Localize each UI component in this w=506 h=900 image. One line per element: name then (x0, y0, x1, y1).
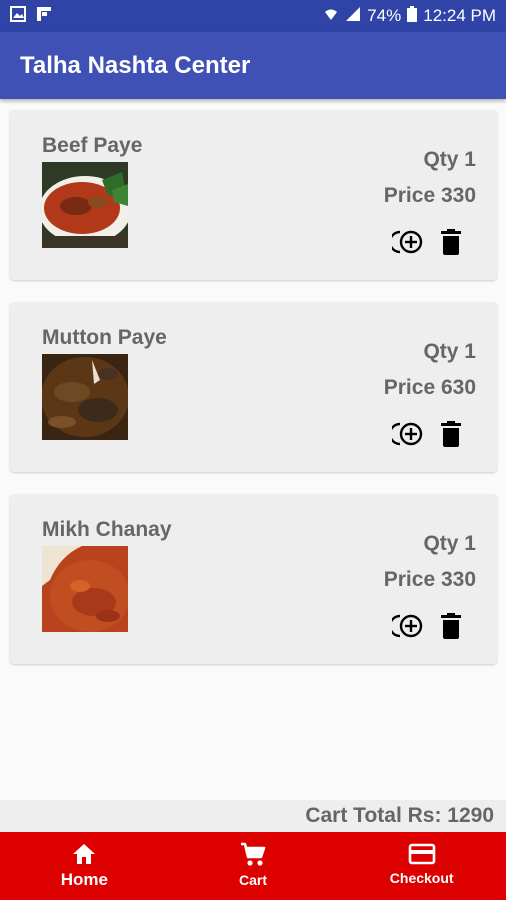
cart-total: Cart Total Rs: 1290 (305, 804, 494, 827)
item-qty: Qty 1 (423, 340, 476, 363)
home-icon (73, 844, 96, 864)
flipboard-icon (36, 6, 52, 27)
battery-percentage: 74% (367, 6, 402, 25)
add-quantity-button[interactable] (388, 420, 424, 448)
mikh-chanay-photo (42, 546, 128, 632)
cart-item-card: Beef Paye Qty 1 Price 330 (10, 110, 497, 280)
delete-item-button[interactable] (438, 612, 464, 640)
wifi-icon (323, 6, 339, 27)
nav-home[interactable]: Home (0, 832, 169, 900)
nav-checkout[interactable]: Checkout (337, 832, 506, 900)
status-bar: 74% 12:24 PM (0, 0, 506, 32)
delete-item-button[interactable] (438, 420, 464, 448)
status-left-icons (10, 5, 52, 27)
item-price: Price 630 (383, 376, 476, 399)
add-circle-icon (388, 614, 423, 638)
item-name: Mutton Paye (42, 326, 167, 349)
nav-cart-label: Cart (239, 872, 268, 888)
cart-item-card: Mikh Chanay Qty 1 Price 330 (10, 494, 497, 664)
item-qty: Qty 1 (423, 148, 476, 171)
nav-cart[interactable]: Cart (169, 832, 338, 900)
cart-icon (241, 842, 266, 866)
clock: 12:24 PM (423, 6, 496, 25)
nav-home-label: Home (60, 870, 108, 889)
trash-icon (441, 421, 461, 447)
item-qty: Qty 1 (423, 532, 476, 555)
app-bar: Talha Nashta Center (0, 32, 506, 99)
signal-icon (345, 6, 361, 27)
beef-paye-photo (42, 162, 128, 248)
add-circle-icon (388, 422, 423, 446)
item-name: Mikh Chanay (42, 518, 172, 541)
item-price: Price 330 (383, 568, 476, 591)
delete-item-button[interactable] (438, 228, 464, 256)
credit-card-icon (408, 843, 435, 865)
mutton-paye-photo (42, 354, 128, 440)
cart-total-bar: Cart Total Rs: 1290 (0, 800, 506, 832)
image-icon (10, 5, 26, 27)
add-circle-icon (388, 230, 423, 254)
battery-icon (407, 5, 418, 27)
cart-item-card: Mutton Paye Qty 1 Price 630 (10, 302, 497, 472)
app-title: Talha Nashta Center (20, 52, 251, 79)
add-quantity-button[interactable] (388, 612, 424, 640)
add-quantity-button[interactable] (388, 228, 424, 256)
trash-icon (441, 613, 461, 639)
nav-checkout-label: Checkout (389, 870, 454, 886)
bottom-navigation: Home Cart Checkout (0, 832, 506, 900)
item-name: Beef Paye (42, 134, 143, 157)
trash-icon (441, 229, 461, 255)
item-price: Price 330 (383, 184, 476, 207)
status-right-icons: 74% 12:24 PM (323, 5, 496, 27)
